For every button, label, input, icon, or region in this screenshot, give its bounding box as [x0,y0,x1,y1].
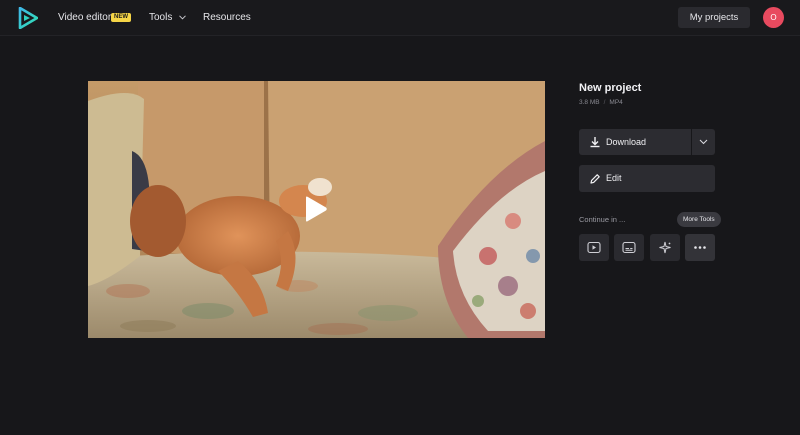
project-title: New project [579,82,642,94]
chevron-down-icon [179,15,186,20]
meta-separator: / [603,99,606,106]
download-button[interactable]: Download [579,129,691,155]
sparkle-icon [659,241,671,254]
continue-sparkle-button[interactable] [650,234,680,261]
app-logo-icon[interactable] [18,7,38,29]
continue-video-player-button[interactable] [579,234,609,261]
pencil-icon [590,174,600,184]
video-preview[interactable] [88,81,545,338]
continue-subtitles-button[interactable] [614,234,644,261]
subtitles-icon [622,241,636,254]
more-tools-button[interactable] [685,234,715,261]
nav-video-editor[interactable]: Video editor [58,0,111,36]
download-label: Download [606,137,647,147]
file-format: MP4 [609,99,623,106]
project-meta: 3.8 MB / MP4 [579,99,623,106]
my-projects-button[interactable]: My projects [678,7,750,28]
play-icon[interactable] [304,196,328,222]
edit-label: Edit [606,173,622,183]
more-dots-icon [694,246,706,249]
video-player-icon [587,241,601,254]
edit-button[interactable]: Edit [579,165,715,192]
top-header: Video editor NEW Tools Resources My proj… [0,0,800,36]
more-tools-tooltip: More Tools [677,212,721,227]
nav-tools-label: Tools [149,12,173,23]
nav-tools[interactable]: Tools [149,0,186,36]
avatar[interactable]: O [763,7,784,28]
new-badge: NEW [111,13,131,22]
download-icon [590,137,600,148]
file-size: 3.8 MB [579,99,600,106]
chevron-down-icon [699,139,708,145]
continue-in-label: Continue in ... [579,215,626,224]
download-options-button[interactable] [692,129,715,155]
nav-resources[interactable]: Resources [203,0,251,36]
